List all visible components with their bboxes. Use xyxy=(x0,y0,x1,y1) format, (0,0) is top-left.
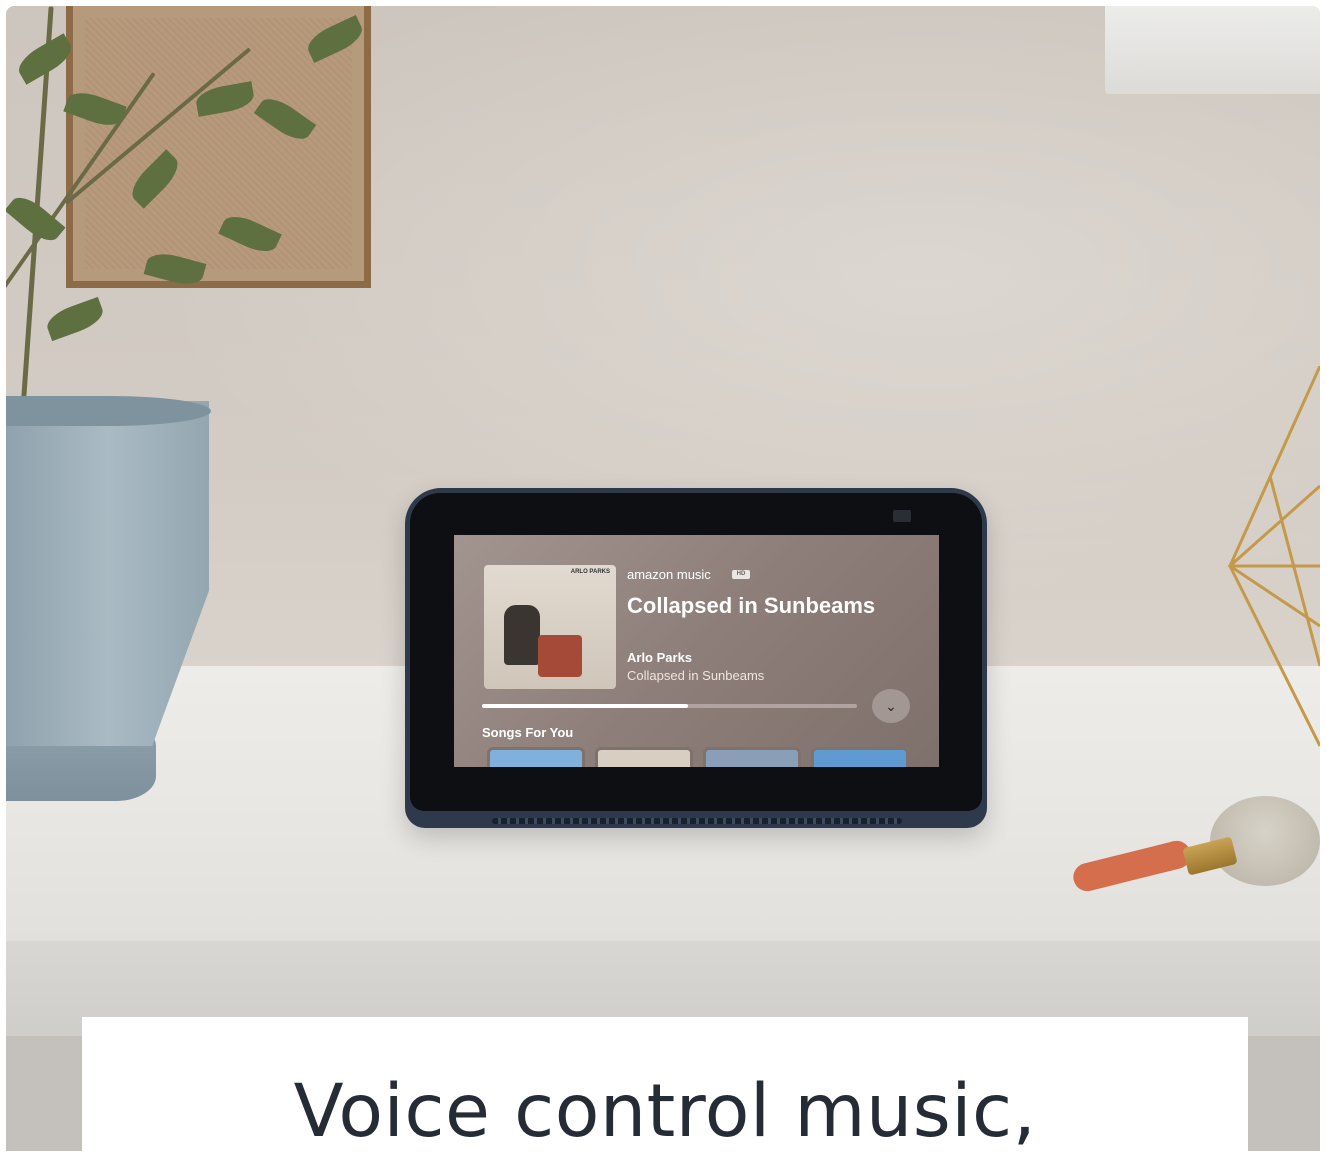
camera-icon xyxy=(893,510,911,522)
song-tile[interactable] xyxy=(487,747,585,767)
progress-fill xyxy=(482,704,689,708)
album-name: Collapsed in Sunbeams xyxy=(627,668,765,683)
lamp-shade xyxy=(1105,6,1320,94)
progress-bar[interactable] xyxy=(482,704,857,708)
song-tile[interactable] xyxy=(595,747,693,767)
album-art[interactable]: ARLO PARKS xyxy=(484,565,616,689)
song-title: Collapsed in Sunbeams xyxy=(627,593,876,618)
song-tile[interactable] xyxy=(811,747,909,767)
song-tile[interactable] xyxy=(703,747,801,767)
speaker-grill xyxy=(492,818,902,824)
album-art-figure xyxy=(504,605,540,665)
hd-badge: HD xyxy=(732,570,750,579)
caption-text: Voice control music, xyxy=(293,1069,1037,1154)
pot-rim xyxy=(6,396,211,426)
caption-panel: Voice control music, xyxy=(82,1017,1248,1154)
amazon-music-logo: amazon music xyxy=(627,567,711,582)
display-screen[interactable]: ARLO PARKS amazon music HD Collapsed in … xyxy=(454,535,939,767)
artist-name: Arlo Parks xyxy=(627,650,693,665)
songs-for-you-title: Songs For You xyxy=(482,725,574,740)
geometric-decor xyxy=(1227,366,1320,747)
album-art-chair xyxy=(538,635,582,677)
chevron-down-icon[interactable]: ⌄ xyxy=(872,689,910,723)
album-art-label: ARLO PARKS xyxy=(570,569,610,575)
